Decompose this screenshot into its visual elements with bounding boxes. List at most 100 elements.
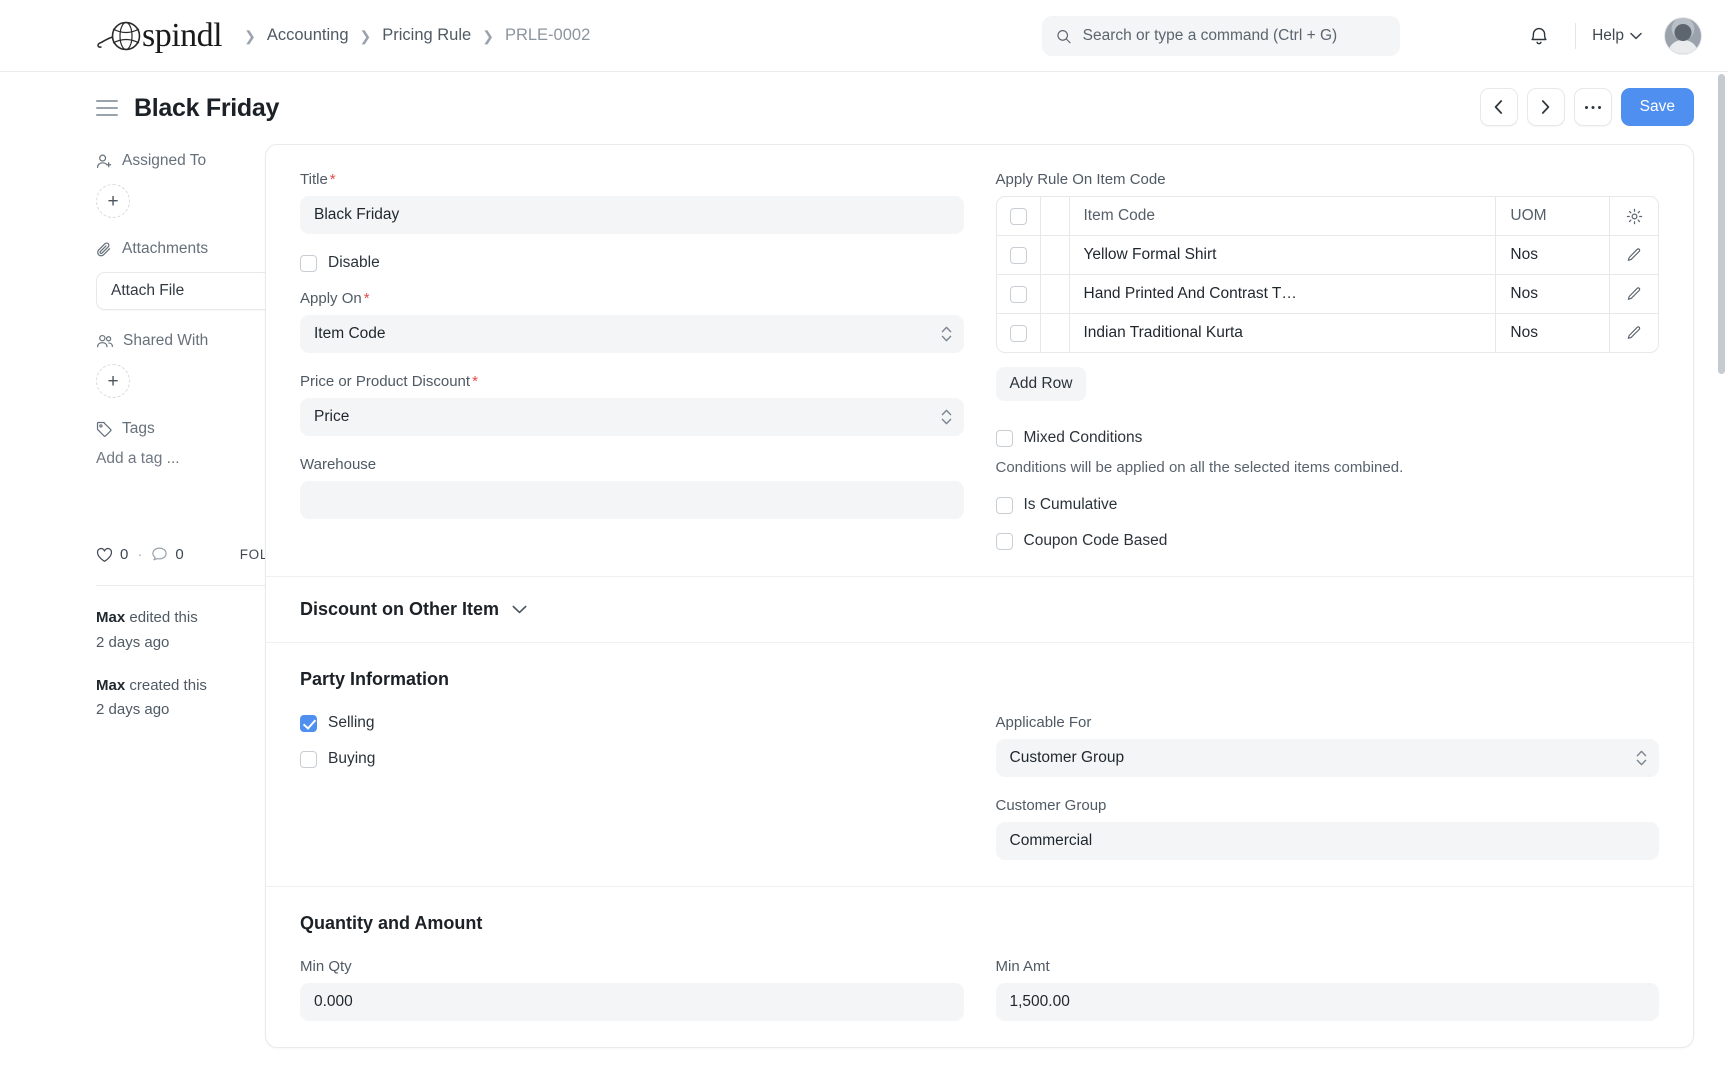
table-row[interactable]: Hand Printed And Contrast Th... Nos	[997, 275, 1659, 314]
buying-checkbox[interactable]	[300, 751, 317, 768]
bell-icon	[1529, 26, 1549, 47]
title-label: Title*	[300, 171, 964, 188]
cell-uom: Nos	[1496, 275, 1610, 314]
disable-checkbox[interactable]	[300, 255, 317, 272]
history-time: 2 days ago	[96, 701, 169, 718]
attachments-label: Attachments	[122, 240, 208, 258]
help-menu-button[interactable]: Help	[1592, 27, 1642, 45]
applicable-for-select[interactable]: Customer Group	[996, 739, 1660, 777]
apply-rule-table-label: Apply Rule On Item Code	[996, 171, 1660, 188]
add-row-button[interactable]: Add Row	[996, 367, 1087, 401]
apply-rule-on-item-code-table: Item Code UOM	[996, 196, 1660, 353]
comment-stat[interactable]: 0	[151, 546, 183, 563]
select-all-checkbox[interactable]	[1010, 208, 1027, 225]
pencil-edit-icon[interactable]	[1626, 247, 1642, 263]
breadcrumb-item-pricing-rule[interactable]: Pricing Rule	[382, 26, 471, 45]
price-discount-label-text: Price or Product Discount	[300, 373, 470, 390]
table-row[interactable]: Indian Traditional Kurta Nos	[997, 314, 1659, 352]
breadcrumb-item-accounting[interactable]: Accounting	[267, 26, 349, 45]
history-action: edited this	[125, 609, 198, 626]
history-time: 2 days ago	[96, 634, 169, 651]
column-header-item-code: Item Code	[1070, 197, 1497, 236]
coupon-code-based-checkbox[interactable]	[996, 533, 1013, 550]
min-qty-input[interactable]	[300, 983, 964, 1021]
search-bar[interactable]	[1042, 16, 1400, 56]
brand-logo-group[interactable]: spindl	[96, 18, 222, 54]
checkbox-coupon-code-based-row[interactable]: Coupon Code Based	[996, 532, 1660, 550]
gear-icon[interactable]	[1626, 208, 1643, 225]
breadcrumb-item-prle-0002[interactable]: PRLE-0002	[505, 26, 590, 45]
checkbox-selling-row[interactable]: Selling	[300, 714, 964, 732]
avatar[interactable]	[1664, 17, 1702, 55]
history-user: Max	[96, 609, 125, 626]
customer-group-input[interactable]	[996, 822, 1660, 860]
price-or-product-discount-value: Price	[314, 408, 349, 426]
section-discount-on-other-item[interactable]: Discount on Other Item	[266, 576, 1693, 642]
field-min-amt: Min Amt	[996, 958, 1660, 1021]
more-options-button[interactable]	[1574, 88, 1612, 126]
party-information-title: Party Information	[300, 669, 449, 690]
history-entry: Max edited this 2 days ago	[96, 606, 265, 656]
page-scrollbar[interactable]	[1718, 74, 1725, 374]
checkbox-disable-row[interactable]: Disable	[300, 254, 964, 272]
required-marker: *	[330, 171, 336, 188]
pencil-edit-icon[interactable]	[1626, 286, 1642, 302]
apply-on-value: Item Code	[314, 325, 386, 343]
price-or-product-discount-select[interactable]: Price	[300, 398, 964, 436]
add-shared-user-button[interactable]: +	[96, 364, 130, 398]
document-sidebar: Assigned To + Attachments Attach File +	[0, 144, 265, 1048]
notifications-button[interactable]	[1519, 16, 1559, 56]
checkbox-mixed-conditions-row[interactable]: Mixed Conditions	[996, 429, 1660, 447]
min-qty-label: Min Qty	[300, 958, 964, 975]
app-root: spindl ❯ Accounting ❯ Pricing Rule ❯ PRL…	[0, 0, 1728, 1080]
mixed-conditions-help-text: Conditions will be applied on all the se…	[996, 459, 1660, 476]
table-settings-cell	[1610, 197, 1658, 236]
assigned-to-label: Assigned To	[122, 152, 206, 170]
buying-label: Buying	[328, 750, 375, 768]
previous-document-button[interactable]	[1480, 88, 1518, 126]
row-checkbox[interactable]	[1010, 286, 1027, 303]
section-quantity-and-amount: Quantity and Amount Min Qty Min Amt	[266, 886, 1693, 1047]
like-stat[interactable]: 0	[96, 546, 128, 563]
next-document-button[interactable]	[1527, 88, 1565, 126]
item-code-text: Indian Traditional Kurta	[1084, 324, 1300, 342]
mixed-conditions-checkbox[interactable]	[996, 430, 1013, 447]
min-amt-input[interactable]	[996, 983, 1660, 1021]
add-tag-input[interactable]: Add a tag ...	[96, 450, 265, 468]
search-input[interactable]	[1083, 27, 1386, 45]
chevron-right-icon	[1541, 100, 1550, 114]
field-customer-group: Customer Group	[996, 797, 1660, 860]
document-actions: Save	[1480, 88, 1694, 126]
sidebar-toggle-icon[interactable]	[96, 100, 118, 116]
ellipsis-icon	[1584, 105, 1602, 110]
tags-header: Tags	[96, 420, 265, 438]
mixed-conditions-label: Mixed Conditions	[1024, 429, 1143, 447]
row-checkbox[interactable]	[1010, 325, 1027, 342]
users-group-icon	[96, 333, 114, 350]
row-select-cell	[997, 275, 1041, 314]
apply-on-select[interactable]: Item Code	[300, 315, 964, 353]
selling-checkbox[interactable]	[300, 715, 317, 732]
selling-label: Selling	[328, 714, 375, 732]
applicable-for-value: Customer Group	[1010, 749, 1125, 767]
attach-file-label: Attach File	[111, 282, 184, 300]
breadcrumb-separator-icon: ❯	[360, 29, 372, 43]
save-button[interactable]: Save	[1621, 88, 1694, 126]
select-stepper-icon	[941, 409, 952, 425]
cell-item-code: Yellow Formal Shirt	[1070, 236, 1497, 275]
checkbox-buying-row[interactable]: Buying	[300, 750, 964, 768]
top-navbar: spindl ❯ Accounting ❯ Pricing Rule ❯ PRL…	[0, 0, 1728, 72]
warehouse-input[interactable]	[300, 481, 964, 519]
shared-with-block: Shared With +	[96, 332, 265, 398]
add-assignee-button[interactable]: +	[96, 184, 130, 218]
checkbox-is-cumulative-row[interactable]: Is Cumulative	[996, 496, 1660, 514]
is-cumulative-checkbox[interactable]	[996, 497, 1013, 514]
pencil-edit-icon[interactable]	[1626, 325, 1642, 341]
title-input[interactable]	[300, 196, 964, 234]
table-row[interactable]: Yellow Formal Shirt Nos	[997, 236, 1659, 275]
row-select-cell	[997, 236, 1041, 275]
customer-group-label: Customer Group	[996, 797, 1660, 814]
row-checkbox[interactable]	[1010, 247, 1027, 264]
required-marker: *	[364, 290, 370, 307]
chevron-down-icon[interactable]	[512, 605, 527, 614]
